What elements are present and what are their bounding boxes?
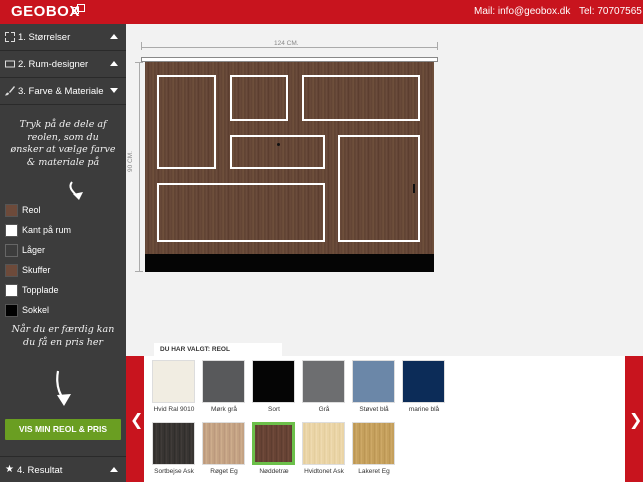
chevron-up-icon (110, 61, 118, 66)
material-swatch[interactable]: Hvidtonet Ask (302, 422, 346, 476)
rectangle-icon (5, 59, 15, 69)
star-icon: ★ (5, 464, 14, 475)
part-swatch (5, 223, 18, 237)
mail-link[interactable]: Mail: info@geobox.dk (474, 6, 570, 17)
arrow-down-icon (56, 370, 71, 406)
material-swatch[interactable]: Sortbejse Ask (152, 422, 196, 476)
material-swatch[interactable]: Røget Eg (202, 422, 246, 476)
logo-mark-icon (72, 4, 86, 16)
compartment[interactable] (230, 75, 288, 121)
show-price-button[interactable]: VIS MIN REOL & PRIS (5, 419, 121, 440)
shelf-body[interactable] (145, 62, 434, 254)
material-swatch[interactable]: Sort (252, 360, 296, 414)
width-dimension: 124 CM. (141, 39, 438, 50)
top-bar: GEOBOX Mail: info@geobox.dk Tel: 7070756… (0, 0, 643, 24)
material-swatch-selected[interactable]: Nøddetræ (252, 422, 296, 476)
instruction-text: Tryk på de dele af reolen, som du ønsker… (10, 119, 116, 168)
resize-icon (5, 32, 15, 42)
sidebar: 1. Størrelser 2. Rum-designer 3. Farve &… (0, 24, 126, 482)
instruction-text-price: Når du er færdig kan du få en pris her (11, 324, 115, 348)
chevron-down-icon (110, 88, 118, 93)
door[interactable] (338, 135, 420, 242)
door-handle (413, 184, 415, 193)
height-dimension: 90 CM. (126, 62, 143, 272)
menu-resultat[interactable]: ★ 4. Resultat (0, 456, 126, 482)
material-swatch[interactable]: Hvid Ral 9010 (152, 360, 196, 414)
chevron-up-icon (110, 467, 118, 472)
material-swatch[interactable]: Mørk grå (202, 360, 246, 414)
part-swatch (5, 283, 18, 297)
prev-button[interactable]: ❮ (126, 356, 144, 482)
part-reol[interactable]: Reol (5, 203, 41, 217)
chevron-right-icon: ❯ (629, 410, 643, 429)
menu-rum-designer[interactable]: 2. Rum-designer (0, 51, 126, 78)
phone-link[interactable]: Tel: 70707565 (579, 6, 642, 17)
geobox-logo[interactable]: GEOBOX (11, 3, 80, 20)
next-button[interactable]: ❯ (625, 356, 643, 482)
part-swatch (5, 203, 18, 217)
material-swatch[interactable]: Grå (302, 360, 346, 414)
compartment[interactable] (157, 75, 216, 169)
drawer-knob (277, 143, 280, 146)
compartment[interactable] (302, 75, 420, 121)
brush-icon (5, 86, 15, 96)
material-swatch[interactable]: Lakeret Eg (352, 422, 396, 476)
drawer[interactable] (230, 135, 325, 169)
part-topplade[interactable]: Topplade (5, 283, 59, 297)
part-kant-pa-rum[interactable]: Kant på rum (5, 223, 71, 237)
chevron-left-icon: ❮ (130, 410, 144, 429)
selected-part-label: DU HAR VALGT: REOL (154, 343, 282, 356)
part-swatch (5, 263, 18, 277)
chevron-up-icon (110, 34, 118, 39)
part-sokkel[interactable]: Sokkel (5, 303, 49, 317)
material-swatch[interactable]: marine blå (402, 360, 446, 414)
compartment[interactable] (157, 183, 325, 242)
sokkel[interactable] (145, 254, 434, 272)
menu-farve-materiale[interactable]: 3. Farve & Materiale (0, 78, 126, 105)
arrow-down-icon (69, 181, 83, 200)
part-swatch (5, 243, 18, 257)
part-skuffer[interactable]: Skuffer (5, 263, 50, 277)
menu-storrelser[interactable]: 1. Størrelser (0, 24, 126, 51)
part-lager[interactable]: Låger (5, 243, 45, 257)
material-swatch[interactable]: Støvet blå (352, 360, 396, 414)
part-swatch (5, 303, 18, 317)
